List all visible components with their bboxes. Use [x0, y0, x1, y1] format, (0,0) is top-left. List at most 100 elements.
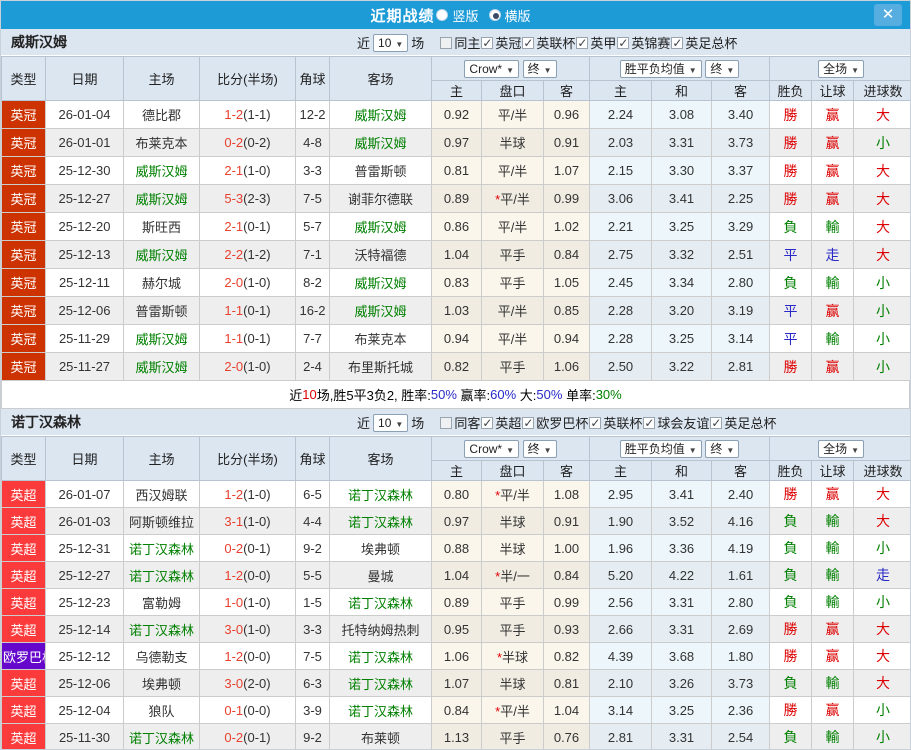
league-filter-option[interactable]: 英联杯 — [522, 33, 575, 52]
checkbox-icon[interactable] — [522, 416, 535, 430]
home-team: 威斯汉姆 — [123, 240, 200, 269]
league-filter-label[interactable]: 英联杯 — [603, 413, 642, 432]
score: 2-1(1-0) — [199, 156, 296, 185]
filters: 近 10 场 同客 英超欧罗巴杯英联杯球会友谊英足总杯 — [357, 409, 780, 436]
league-filter-label[interactable]: 英锦赛 — [631, 33, 670, 52]
same-venue-filter[interactable]: 同客 — [440, 413, 480, 432]
handicap-verdict: 輸 — [811, 723, 855, 749]
result-verdict: 勝 — [769, 615, 813, 643]
checkbox-icon[interactable] — [617, 36, 630, 50]
league-filter-option[interactable]: 英超 — [481, 413, 521, 432]
same-venue-filter[interactable]: 同主 — [440, 33, 480, 52]
league-filter-option[interactable]: 英足总杯 — [710, 413, 776, 432]
avg-time-select[interactable]: 终 — [705, 439, 740, 458]
league-filter-label[interactable]: 英足总杯 — [685, 33, 737, 52]
avg-home: 2.50 — [589, 352, 653, 381]
score: 1-2(0-0) — [199, 642, 296, 670]
radio-vertical-label[interactable]: 竖版 — [452, 6, 478, 25]
league-filter-option[interactable]: 英锦赛 — [617, 33, 670, 52]
avg-away: 2.69 — [711, 615, 771, 643]
match-date: 25-11-30 — [45, 723, 124, 749]
avg-type-select[interactable]: 胜平负均值 — [619, 59, 702, 78]
league-filter-label[interactable]: 英超 — [495, 413, 521, 432]
checkbox-icon[interactable] — [589, 416, 602, 430]
odds-company-select[interactable]: Crow* — [464, 59, 520, 78]
handicap: 平/半 — [481, 156, 544, 185]
match-count-select[interactable]: 10 — [373, 413, 409, 432]
checkbox-icon[interactable] — [440, 416, 453, 429]
avg-draw: 3.52 — [651, 507, 713, 535]
avg-group-header: 胜平负均值 终 — [589, 56, 771, 81]
avg-away: 3.73 — [711, 669, 771, 697]
match-date: 25-11-29 — [45, 324, 124, 353]
avg-draw: 3.31 — [651, 588, 713, 616]
odds-away: 0.99 — [542, 588, 591, 616]
league-filter-option[interactable]: 英冠 — [481, 33, 521, 52]
match-date: 26-01-03 — [45, 507, 124, 535]
radio-horizontal-layout[interactable]: 横版 — [488, 6, 531, 25]
match-row: 英超 25-12-23 富勒姆 1-0(1-0) 1-5 诺丁汉森林 0.89 平手 0.99 2… — [1, 588, 910, 616]
league-filter-option[interactable]: 欧罗巴杯 — [522, 413, 588, 432]
odds-company-select[interactable]: Crow* — [464, 439, 520, 458]
checkbox-icon[interactable] — [481, 36, 494, 50]
odds-home: 0.86 — [431, 212, 482, 241]
col-corners: 角球 — [295, 56, 330, 101]
odds-time-select[interactable]: 终 — [522, 59, 557, 78]
league-filter-option[interactable]: 英足总杯 — [671, 33, 737, 52]
avg-type-select[interactable]: 胜平负均值 — [619, 439, 702, 458]
league-filter-label[interactable]: 欧罗巴杯 — [536, 413, 588, 432]
summary-part: 50% — [536, 387, 563, 402]
home-team: 诺丁汉森林 — [123, 615, 200, 643]
checkbox-icon[interactable] — [522, 36, 535, 50]
league-type-badge: 英超 — [1, 588, 46, 616]
odds-away: 0.99 — [542, 184, 591, 213]
league-filter-label[interactable]: 英足总杯 — [724, 413, 776, 432]
handicap: *半球 — [481, 642, 544, 670]
checkbox-icon[interactable] — [671, 36, 684, 50]
avg-away: 3.29 — [711, 212, 771, 241]
avg-away: 3.14 — [711, 324, 771, 353]
radio-horizontal-label[interactable]: 横版 — [505, 6, 531, 25]
match-count-select[interactable]: 10 — [373, 33, 409, 52]
score: 1-0(1-0) — [199, 588, 296, 616]
league-filter-label[interactable]: 球会友谊 — [657, 413, 709, 432]
avg-time-select[interactable]: 终 — [705, 59, 740, 78]
handicap: 半球 — [481, 128, 544, 157]
checkbox-icon[interactable] — [481, 416, 494, 430]
col-date: 日期 — [45, 56, 124, 101]
radio-icon[interactable] — [436, 9, 449, 21]
close-icon[interactable]: ✕ — [874, 4, 902, 26]
avg-draw: 3.22 — [651, 352, 713, 381]
goals-verdict: 大 — [853, 212, 910, 241]
home-team: 赫尔城 — [123, 268, 200, 297]
odds-time-select[interactable]: 终 — [522, 439, 557, 458]
score: 1-2(1-1) — [199, 100, 296, 129]
fullmatch-select[interactable]: 全场 — [818, 59, 865, 78]
match-row: 英冠 25-12-06 普雷斯顿 1-1(0-1) 16-2 威斯汉姆 1.03 平/半 0.8… — [1, 296, 910, 325]
avg-away: 3.73 — [711, 128, 771, 157]
result-verdict: 平 — [769, 324, 813, 353]
checkbox-icon[interactable] — [710, 416, 723, 430]
league-filter-label[interactable]: 英联杯 — [536, 33, 575, 52]
fullmatch-select[interactable]: 全场 — [818, 439, 865, 458]
league-filter-option[interactable]: 英甲 — [576, 33, 616, 52]
league-filter-option[interactable]: 英联杯 — [589, 413, 642, 432]
league-filter-label[interactable]: 英冠 — [495, 33, 521, 52]
radio-icon[interactable] — [488, 9, 501, 21]
stats-summary: 近 10 场,胜5平3负2, 胜率: 50% 赢率: 60% 大: 50% 单率: 30% — [1, 381, 910, 409]
handicap-verdict: 赢 — [811, 296, 855, 325]
goals-verdict: 小 — [853, 128, 910, 157]
league-filter-label[interactable]: 英甲 — [590, 33, 616, 52]
match-row: 英冠 26-01-01 布莱克本 0-2(0-2) 4-8 威斯汉姆 0.97 半球 0.91 2… — [1, 128, 910, 157]
col-date: 日期 — [45, 436, 124, 481]
league-type-badge: 英冠 — [1, 100, 46, 129]
league-filter-option[interactable]: 球会友谊 — [643, 413, 709, 432]
checkbox-icon[interactable] — [440, 36, 453, 49]
radio-vertical-layout[interactable]: 竖版 — [436, 6, 479, 25]
league-type-badge: 英冠 — [1, 128, 46, 157]
avg-away: 3.37 — [711, 156, 771, 185]
home-team: 西汉姆联 — [123, 480, 200, 508]
away-team: 诺丁汉森林 — [329, 669, 432, 697]
checkbox-icon[interactable] — [576, 36, 589, 50]
checkbox-icon[interactable] — [643, 416, 656, 430]
